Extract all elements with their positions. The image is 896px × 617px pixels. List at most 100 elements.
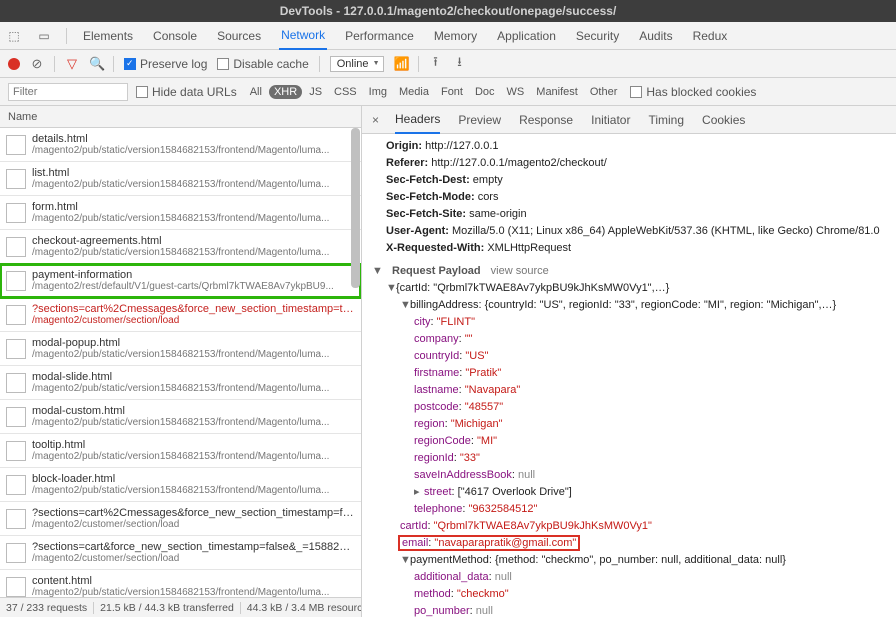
wifi-icon[interactable]: 📶 — [394, 56, 408, 72]
detail-tab-cookies[interactable]: Cookies — [702, 106, 745, 134]
detail-tab-timing[interactable]: Timing — [648, 106, 684, 134]
request-path: /magento2/pub/static/version1584682153/f… — [32, 587, 355, 597]
request-row[interactable]: tooltip.html/magento2/pub/static/version… — [0, 434, 361, 468]
ba-first: "Pratik" — [465, 367, 501, 379]
resource-thumb-icon — [6, 169, 26, 189]
search-icon[interactable]: 🔍 — [89, 56, 103, 72]
request-row[interactable]: form.html/magento2/pub/static/version158… — [0, 196, 361, 230]
resource-thumb-icon — [6, 339, 26, 359]
ba-regionid: "33" — [460, 452, 480, 464]
detail-tab-initiator[interactable]: Initiator — [591, 106, 630, 134]
preserve-log-checkbox[interactable]: Preserve log — [124, 57, 207, 71]
filter-chip-font[interactable]: Font — [436, 85, 468, 99]
tab-console[interactable]: Console — [151, 22, 199, 50]
request-row[interactable]: list.html/magento2/pub/static/version158… — [0, 162, 361, 196]
hdr-sfm: cors — [478, 191, 499, 203]
import-icon[interactable]: ⭱ — [429, 53, 443, 75]
name-column-header[interactable]: Name — [0, 106, 361, 128]
request-name: form.html — [32, 201, 355, 213]
request-row[interactable]: checkout-agreements.html/magento2/pub/st… — [0, 230, 361, 264]
pm-po: null — [476, 605, 493, 617]
request-path: /magento2/pub/static/version1584682153/f… — [32, 383, 355, 394]
tab-audits[interactable]: Audits — [637, 22, 674, 50]
pm-method: "checkmo" — [457, 588, 509, 600]
tab-memory[interactable]: Memory — [432, 22, 479, 50]
request-name: list.html — [32, 167, 355, 179]
request-row[interactable]: modal-slide.html/magento2/pub/static/ver… — [0, 366, 361, 400]
request-row[interactable]: ?sections=cart%2Cmessages&force_new_sect… — [0, 298, 361, 332]
close-icon[interactable]: × — [372, 113, 379, 127]
request-path: /magento2/pub/static/version1584682153/f… — [32, 485, 355, 496]
filter-chip-all[interactable]: All — [245, 85, 267, 99]
tab-redux[interactable]: Redux — [691, 22, 730, 50]
resource-thumb-icon — [6, 475, 26, 495]
resource-thumb-icon — [6, 441, 26, 461]
ba-region: "Michigan" — [451, 418, 503, 430]
filter-chip-other[interactable]: Other — [585, 85, 623, 99]
hide-data-label: Hide data URLs — [152, 85, 237, 99]
resource-thumb-icon — [6, 237, 26, 257]
blocked-cookies-checkbox[interactable]: Has blocked cookies — [630, 85, 756, 99]
request-name: modal-custom.html — [32, 405, 355, 417]
filter-chip-doc[interactable]: Doc — [470, 85, 500, 99]
tab-elements[interactable]: Elements — [81, 22, 135, 50]
request-row[interactable]: details.html/magento2/pub/static/version… — [0, 128, 361, 162]
filter-icon[interactable]: ▽ — [65, 56, 79, 72]
device-icon[interactable]: ▭ — [36, 28, 52, 44]
disable-cache-label: Disable cache — [233, 57, 308, 71]
ba-saib: null — [518, 469, 535, 481]
request-path: /magento2/pub/static/version1584682153/f… — [32, 213, 355, 224]
divider — [54, 56, 55, 72]
status-count: 37 / 233 requests — [6, 602, 94, 614]
tab-application[interactable]: Application — [495, 22, 558, 50]
request-name: ?sections=cart%2Cmessages&force_new_sect… — [32, 303, 355, 315]
throttle-select[interactable]: Online — [330, 56, 384, 72]
collapse-icon[interactable]: ▼ — [372, 263, 382, 280]
scrollbar[interactable] — [351, 128, 360, 597]
hdr-sfd: empty — [473, 174, 503, 186]
request-row[interactable]: ?sections=cart%2Cmessages&force_new_sect… — [0, 502, 361, 536]
hide-data-checkbox[interactable]: Hide data URLs — [136, 85, 237, 99]
filter-chip-media[interactable]: Media — [394, 85, 434, 99]
filter-chip-manifest[interactable]: Manifest — [531, 85, 583, 99]
tab-sources[interactable]: Sources — [215, 22, 263, 50]
filter-chip-js[interactable]: JS — [304, 85, 327, 99]
request-row[interactable]: modal-popup.html/magento2/pub/static/ver… — [0, 332, 361, 366]
filter-chip-img[interactable]: Img — [364, 85, 392, 99]
filter-chip-ws[interactable]: WS — [502, 85, 530, 99]
detail-tab-preview[interactable]: Preview — [458, 106, 501, 134]
request-name: content.html — [32, 575, 355, 587]
status-bar: 37 / 233 requests 21.5 kB / 44.3 kB tran… — [0, 597, 361, 617]
request-row[interactable]: block-loader.html/magento2/pub/static/ve… — [0, 468, 361, 502]
request-path: /magento2/pub/static/version1584682153/f… — [32, 349, 355, 360]
filter-chip-css[interactable]: CSS — [329, 85, 362, 99]
clear-icon[interactable]: ⊘ — [30, 56, 44, 72]
request-row[interactable]: modal-custom.html/magento2/pub/static/ve… — [0, 400, 361, 434]
resource-thumb-icon — [6, 305, 26, 325]
filter-input[interactable] — [8, 83, 128, 101]
hdr-xrw: XMLHttpRequest — [487, 242, 571, 254]
record-icon[interactable] — [8, 58, 20, 70]
ba-company: "" — [465, 333, 473, 345]
request-row[interactable]: ?sections=cart&force_new_section_timesta… — [0, 536, 361, 570]
export-icon[interactable]: ⭳ — [453, 53, 467, 75]
request-path: /magento2/customer/section/load — [32, 519, 355, 530]
detail-tab-response[interactable]: Response — [519, 106, 573, 134]
request-name: details.html — [32, 133, 355, 145]
request-row[interactable]: payment-information/magento2/rest/defaul… — [0, 264, 361, 298]
detail-tabbar: × Headers Preview Response Initiator Timing C… — [362, 106, 896, 134]
resource-thumb-icon — [6, 271, 26, 291]
disable-cache-checkbox[interactable]: Disable cache — [217, 57, 308, 71]
window-title: DevTools - 127.0.0.1/magento2/checkout/o… — [0, 0, 896, 22]
payload-section-title: Request Payload — [392, 263, 481, 280]
request-name: modal-popup.html — [32, 337, 355, 349]
inspect-icon[interactable]: ⬚ — [6, 28, 22, 44]
filter-chip-xhr[interactable]: XHR — [269, 85, 302, 99]
tab-performance[interactable]: Performance — [343, 22, 416, 50]
hdr-origin: http://127.0.0.1 — [425, 140, 498, 152]
detail-tab-headers[interactable]: Headers — [395, 106, 440, 134]
tab-security[interactable]: Security — [574, 22, 621, 50]
request-row[interactable]: content.html/magento2/pub/static/version… — [0, 570, 361, 597]
view-source-link[interactable]: view source — [491, 263, 549, 280]
tab-network[interactable]: Network — [279, 22, 327, 50]
